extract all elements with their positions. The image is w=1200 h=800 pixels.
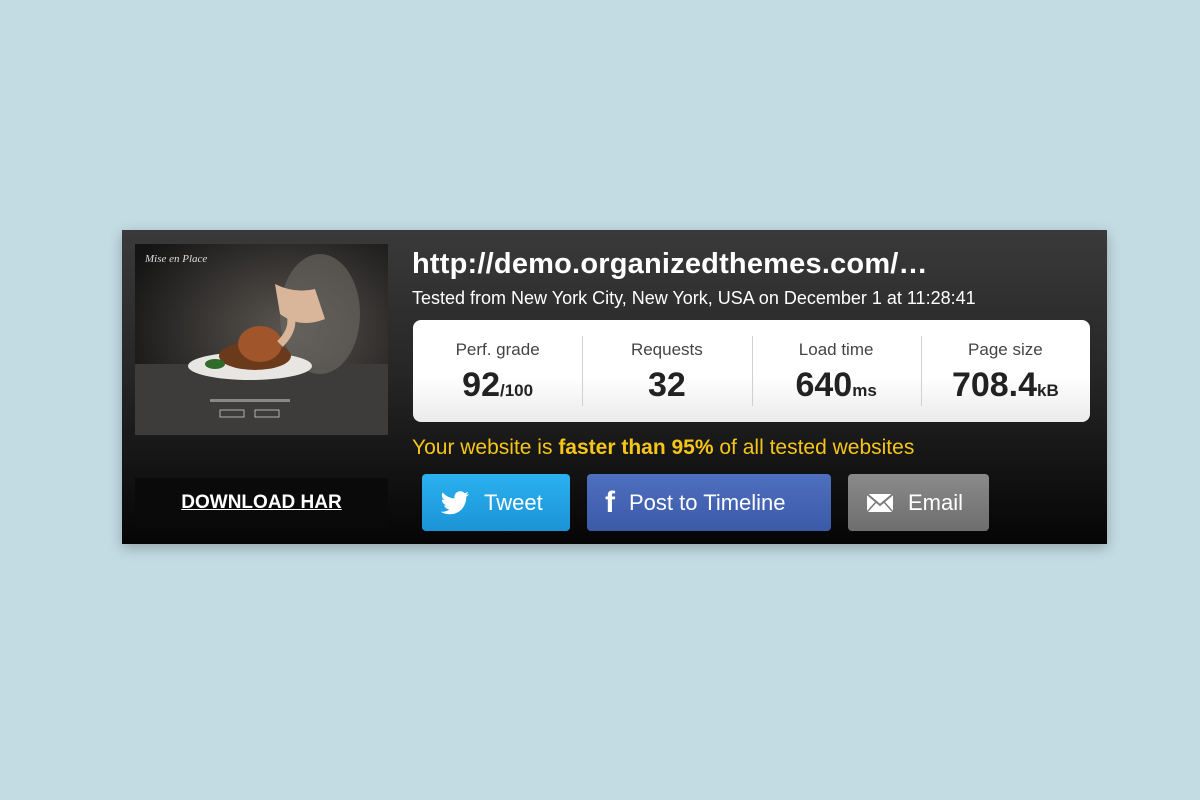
- site-screenshot-thumbnail: Mise en Place: [135, 244, 388, 435]
- facebook-f-icon: f: [605, 485, 615, 519]
- email-label: Email: [908, 489, 964, 515]
- stat-label: Requests: [630, 340, 703, 359]
- stat-requests: Requests 32: [582, 320, 751, 422]
- test-location-time: Tested from New York City, New York, USA…: [412, 288, 976, 308]
- download-har-link[interactable]: DOWNLOAD HAR: [135, 478, 388, 528]
- stat-value: 32: [647, 366, 686, 404]
- faster-than-message: Your website is faster than 95% of all t…: [412, 436, 915, 459]
- stat-perf-grade: Perf. grade 92/100: [413, 320, 582, 422]
- stats-box: Perf. grade 92/100 Requests 32 Load time…: [413, 320, 1090, 422]
- stat-value: 708.4kB: [951, 366, 1059, 404]
- post-to-timeline-button[interactable]: f Post to Timeline: [587, 474, 831, 531]
- tweet-label: Tweet: [484, 489, 543, 515]
- stat-page-size: Page size 708.4kB: [920, 320, 1090, 422]
- stat-load-time: Load time 640ms: [751, 320, 921, 422]
- stat-label: Load time: [798, 340, 874, 359]
- email-button[interactable]: Email: [848, 474, 989, 531]
- post-label: Post to Timeline: [629, 489, 786, 515]
- stat-value: 640ms: [795, 366, 877, 404]
- twitter-bird-icon: [440, 490, 470, 515]
- tested-url[interactable]: http://demo.organizedthemes.com/…: [412, 248, 928, 281]
- stat-label: Page size: [968, 340, 1043, 359]
- speed-test-result-panel: Mise en Place DOWNLOAD HAR http://demo.o…: [122, 230, 1107, 544]
- stat-value: 92/100: [462, 366, 534, 404]
- envelope-icon: [866, 492, 894, 513]
- svg-text:Mise en Place: Mise en Place: [144, 253, 207, 265]
- stat-label: Perf. grade: [455, 340, 540, 359]
- tweet-button[interactable]: Tweet: [422, 474, 570, 531]
